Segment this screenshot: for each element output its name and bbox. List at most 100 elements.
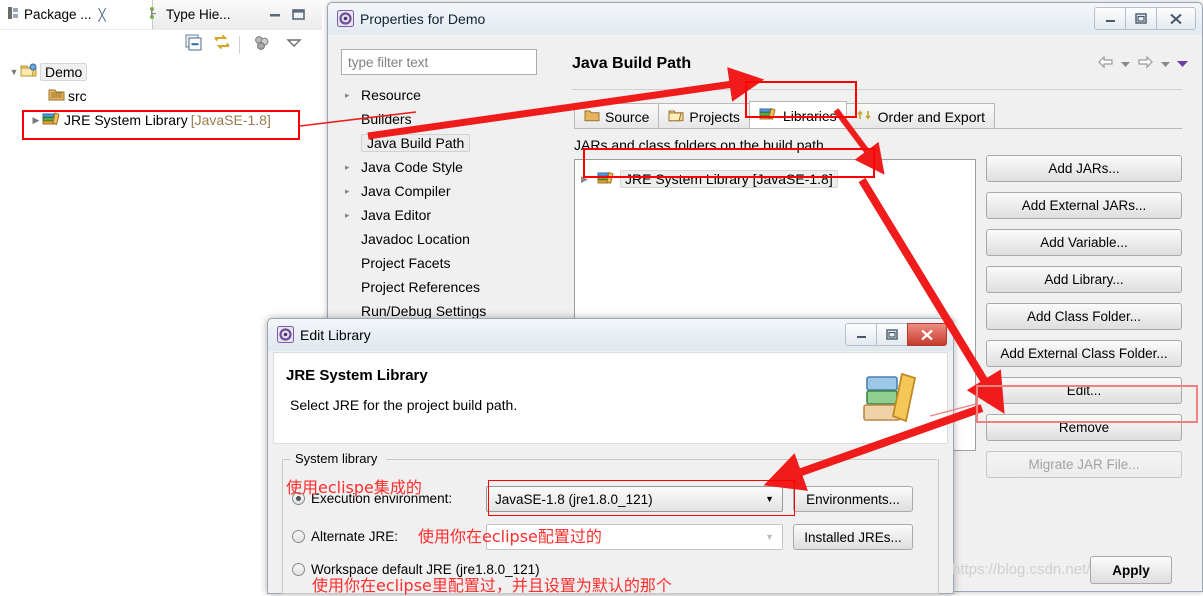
edit-library-window-buttons — [845, 323, 947, 346]
filter-placeholder: type filter text — [348, 54, 429, 70]
package-explorer-toolbar — [0, 30, 322, 60]
maximize-button[interactable] — [1125, 7, 1157, 30]
close-button[interactable] — [907, 323, 947, 346]
properties-dialog-titlebar[interactable]: Properties for Demo — [328, 3, 1202, 36]
tab-package-explorer[interactable]: Package ... ╳ — [0, 0, 153, 29]
collapse-all-icon[interactable] — [185, 34, 203, 55]
add-class-folder-button[interactable]: Add Class Folder... — [986, 303, 1182, 330]
tab-label: Libraries — [782, 107, 837, 124]
source-folder-icon — [584, 109, 600, 125]
edit-library-header: JRE System Library Select JRE for the pr… — [273, 352, 948, 444]
close-button[interactable] — [1156, 7, 1196, 30]
source-folder-icon — [48, 87, 65, 105]
note-configured-in-eclipse: 使用你在eclipse配置过的 — [418, 527, 602, 546]
build-path-button-column: Add JARs... Add External JARs... Add Var… — [986, 155, 1182, 488]
library-icon — [42, 111, 61, 129]
execution-environment-combo[interactable]: JavaSE-1.8 (jre1.8.0_121) ▼ — [486, 486, 783, 512]
chevron-down-icon[interactable]: ▼ — [8, 67, 20, 77]
add-external-class-folder-button[interactable]: Add External Class Folder... — [986, 340, 1182, 367]
chevron-right-icon[interactable]: ▶ — [30, 115, 42, 126]
add-external-jars-button[interactable]: Add External JARs... — [986, 192, 1182, 219]
radio-alternate-jre[interactable]: Alternate JRE: — [292, 529, 398, 544]
tab-label: Type Hie... — [166, 7, 231, 22]
prop-tree-item-java-editor[interactable]: ▸ Java Editor — [341, 203, 537, 227]
chevron-right-icon[interactable]: ▸ — [345, 90, 359, 101]
eclipse-properties-icon — [337, 10, 354, 30]
chevron-down-icon: ▼ — [765, 532, 774, 542]
prop-tree-label: Java Compiler — [361, 183, 451, 199]
prop-tree-item-project-facets[interactable]: Project Facets — [341, 251, 537, 275]
add-library-button[interactable]: Add Library... — [986, 266, 1182, 293]
edit-library-titlebar[interactable]: Edit Library — [268, 319, 953, 351]
tab-source[interactable]: Source — [574, 103, 660, 129]
page-title: Java Build Path — [572, 55, 692, 72]
tree-item-jre-system-library[interactable]: ▶ JRE System Library [JavaSE-1.8] — [0, 108, 322, 132]
library-icon — [597, 171, 616, 188]
link-with-editor-icon[interactable] — [212, 34, 232, 55]
forward-dropdown-icon[interactable] — [1161, 56, 1170, 71]
add-variable-button[interactable]: Add Variable... — [986, 229, 1182, 256]
apply-button[interactable]: Apply — [1090, 556, 1172, 584]
migrate-jar-file-button: Migrate JAR File... — [986, 451, 1182, 478]
edit-library-header-title: JRE System Library — [286, 367, 428, 384]
view-dropdown-icon[interactable] — [285, 34, 303, 55]
forward-arrow-icon[interactable] — [1137, 55, 1154, 72]
jars-list-item[interactable]: ▶ JRE System Library [JavaSE-1.8] — [581, 168, 838, 190]
view-menu-icon[interactable] — [252, 34, 272, 55]
tab-order-and-export[interactable]: Order and Export — [845, 103, 996, 129]
edit-library-dialog: Edit Library JRE System Library Select J… — [267, 318, 954, 594]
chevron-right-icon[interactable]: ▸ — [345, 162, 359, 173]
minimize-button[interactable] — [1094, 7, 1126, 30]
prop-tree-item-builders[interactable]: Builders — [341, 107, 537, 131]
eclipse-properties-icon — [277, 326, 294, 346]
minimize-button[interactable] — [845, 323, 877, 346]
close-icon[interactable]: ╳ — [99, 8, 106, 22]
combo-value: JavaSE-1.8 (jre1.8.0_121) — [495, 491, 653, 507]
view-menu-icon[interactable] — [1177, 56, 1188, 71]
prop-tree-item-project-references[interactable]: Project References — [341, 275, 537, 299]
prop-tree-item-javadoc-location[interactable]: Javadoc Location — [341, 227, 537, 251]
properties-category-tree: ▸ Resource Builders Java Build Path ▸ Java… — [341, 83, 537, 353]
system-library-group-label: System library — [292, 451, 381, 466]
radio-icon[interactable] — [292, 563, 305, 576]
tab-label: Source — [605, 108, 650, 125]
chevron-right-icon[interactable]: ▸ — [345, 210, 359, 221]
remove-button[interactable]: Remove — [986, 414, 1182, 441]
tab-libraries[interactable]: Libraries — [748, 101, 847, 129]
radio-icon[interactable] — [292, 530, 305, 543]
chevron-down-icon[interactable]: ▼ — [765, 494, 774, 504]
view-minimize-button[interactable] — [268, 8, 283, 21]
prop-tree-item-resource[interactable]: ▸ Resource — [341, 83, 537, 107]
maximize-button[interactable] — [876, 323, 908, 346]
back-arrow-icon[interactable] — [1097, 55, 1114, 72]
navigation-arrows — [1097, 55, 1188, 72]
view-maximize-button[interactable] — [291, 8, 306, 21]
filter-input[interactable]: type filter text — [341, 49, 537, 75]
properties-window-buttons — [1094, 7, 1196, 30]
prop-tree-label: Resource — [361, 87, 421, 103]
tab-type-hierarchy[interactable]: Type Hie... — [142, 0, 274, 29]
package-explorer-icon — [6, 6, 20, 23]
tree-item-demo[interactable]: ▼ Demo — [0, 60, 322, 84]
jars-list-item-label: JRE System Library [JavaSE-1.8] — [620, 170, 838, 188]
chevron-right-icon[interactable]: ▸ — [345, 186, 359, 197]
title-divider — [572, 89, 1182, 90]
prop-tree-label: Java Code Style — [361, 159, 463, 175]
add-jars-button[interactable]: Add JARs... — [986, 155, 1182, 182]
tab-projects[interactable]: Projects — [658, 103, 750, 129]
tree-item-label: src — [68, 88, 87, 104]
back-dropdown-icon[interactable] — [1121, 56, 1130, 71]
prop-tree-label: Javadoc Location — [361, 231, 470, 247]
edit-button[interactable]: Edit... — [986, 377, 1182, 404]
tree-item-src[interactable]: src — [0, 84, 322, 108]
prop-tree-item-java-build-path[interactable]: Java Build Path — [341, 131, 537, 155]
prop-tree-item-java-code-style[interactable]: ▸ Java Code Style — [341, 155, 537, 179]
environments-button[interactable]: Environments... — [793, 486, 913, 512]
installed-jres-button[interactable]: Installed JREs... — [793, 524, 913, 550]
chevron-right-icon[interactable]: ▶ — [581, 174, 597, 185]
tab-underline — [574, 128, 1182, 129]
type-hierarchy-icon — [148, 6, 162, 23]
tree-item-label: Demo — [40, 63, 88, 81]
prop-tree-item-java-compiler[interactable]: ▸ Java Compiler — [341, 179, 537, 203]
note-default-configured: 使用你在eclipse里配置过，并且设置为默认的那个 — [312, 576, 672, 595]
